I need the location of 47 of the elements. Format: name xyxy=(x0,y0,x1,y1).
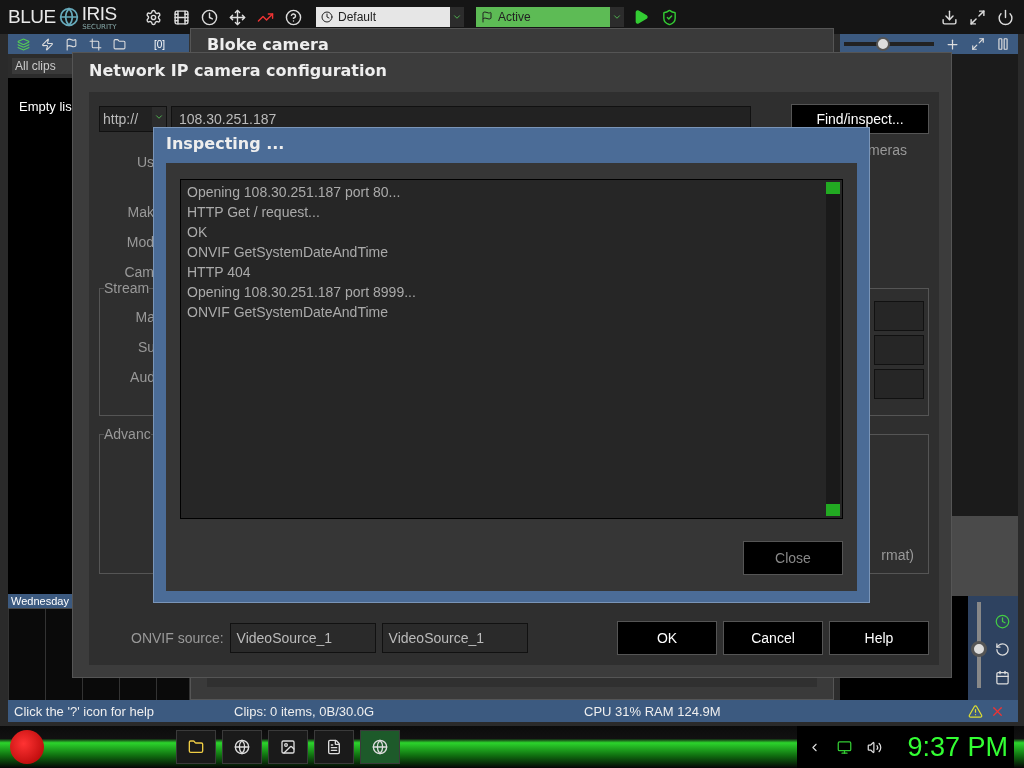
dialog-button[interactable]: Help xyxy=(829,621,929,655)
field-label: Mod xyxy=(126,234,154,250)
dialog-title: Inspecting ... xyxy=(166,134,286,153)
onvif-field[interactable]: VideoSource_1 xyxy=(229,623,376,653)
close-button[interactable]: Close xyxy=(743,541,843,575)
log-line: Opening 108.30.251.187 port 8999... xyxy=(187,283,417,302)
dialog-button[interactable]: Cancel xyxy=(723,621,823,655)
protocol-dropdown[interactable]: http:// xyxy=(99,106,167,132)
globe-icon[interactable] xyxy=(360,730,400,764)
window-title: Bloke camera xyxy=(207,35,330,54)
field-label: Mak xyxy=(127,204,154,220)
scrollbar[interactable] xyxy=(826,182,840,516)
log-line: HTTP 404 xyxy=(187,263,252,282)
status-clips: Clips: 0 items, 0B/30.0G xyxy=(234,703,376,719)
log-line: Opening 108.30.251.187 port 80... xyxy=(187,183,402,202)
onvif-label: ONVIF source: xyxy=(131,630,224,646)
image-icon[interactable] xyxy=(268,730,308,764)
clock-icon xyxy=(321,11,333,23)
globe-icon xyxy=(57,6,80,28)
dialog-button[interactable]: OK xyxy=(617,621,717,655)
start-button[interactable] xyxy=(10,730,44,764)
group-title: Advanc xyxy=(104,426,151,442)
logo-text: IRIS xyxy=(81,3,117,24)
clip-count: [0] xyxy=(153,38,165,50)
profile-dropdown[interactable]: Default xyxy=(316,7,464,27)
logo-text: BLUE xyxy=(8,6,56,28)
group-note: rmat) xyxy=(881,547,914,563)
field-label: Us xyxy=(136,154,154,170)
clock-text: 9:37 PM xyxy=(907,731,1008,763)
empty-list-text: Empty lis xyxy=(19,99,72,114)
document-icon[interactable] xyxy=(314,730,354,764)
folder-icon[interactable] xyxy=(176,730,216,764)
input-field[interactable] xyxy=(874,369,924,399)
log-line: HTTP Get / request... xyxy=(187,203,321,222)
onvif-field[interactable]: VideoSource_1 xyxy=(381,623,528,653)
log-line: ONVIF GetSystemDateAndTime xyxy=(187,303,389,322)
group-title: Stream xyxy=(104,280,150,296)
flag-icon xyxy=(481,11,493,23)
status-help: Click the '?' icon for help xyxy=(14,703,156,719)
field-label: Cam xyxy=(124,264,154,280)
schedule-dropdown[interactable]: Active xyxy=(476,7,624,27)
status-cpu: CPU 31% RAM 124.9M xyxy=(584,703,722,719)
log-line: ONVIF GetSystemDateAndTime xyxy=(187,243,389,262)
input-field[interactable] xyxy=(874,301,924,331)
browser-icon[interactable] xyxy=(222,730,262,764)
input-field[interactable] xyxy=(874,335,924,365)
log-line: OK xyxy=(187,223,209,242)
